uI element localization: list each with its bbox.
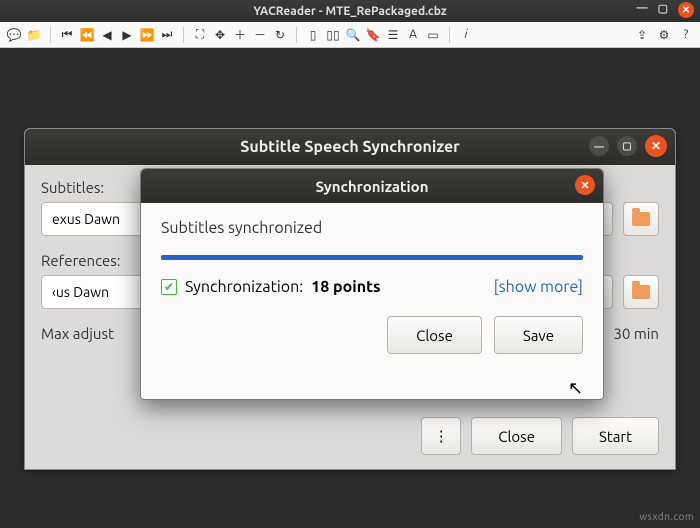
single-page-icon[interactable]: ▯ — [305, 27, 321, 43]
maximize-icon[interactable]: ▢ — [617, 136, 637, 156]
more-button[interactable]: ⋮ — [421, 417, 461, 455]
references-label: References: — [41, 252, 131, 269]
max-adjust-label: Max adjust — [41, 325, 114, 342]
yacreader-title: YACReader - MTE_RePackaged.cbz — [253, 5, 446, 18]
page-icon[interactable]: ▭ — [425, 27, 441, 43]
toolbar-separator — [296, 27, 297, 43]
close-icon[interactable]: ✕ — [645, 135, 667, 157]
sync-title: Synchronization — [316, 178, 429, 195]
close-icon[interactable]: ✕ — [575, 175, 595, 195]
fit-icon[interactable]: ⛶ — [192, 27, 208, 43]
references-folder-button[interactable] — [623, 275, 659, 309]
maximize-icon[interactable]: ▢ — [658, 2, 668, 18]
check-icon: ✔ — [161, 279, 177, 295]
sync-save-button[interactable]: Save — [494, 316, 583, 354]
close-icon[interactable]: ✕ — [678, 2, 694, 18]
sss-close-button[interactable]: Close — [471, 417, 562, 455]
folder-icon — [632, 285, 650, 299]
play-icon[interactable]: ▶ — [119, 27, 135, 43]
toolbar-separator — [449, 27, 450, 43]
sss-start-button[interactable]: Start — [572, 417, 659, 455]
info-icon[interactable]: i — [458, 27, 474, 43]
sync-close-button[interactable]: Close — [387, 316, 482, 354]
crosshair-icon[interactable]: ✥ — [212, 27, 228, 43]
sync-titlebar: Synchronization ✕ — [141, 169, 603, 203]
speech-bubble-icon[interactable]: 💬 — [6, 27, 22, 43]
zoom-in-icon[interactable]: ＋ — [232, 27, 248, 43]
minimize-icon[interactable]: — — [589, 136, 609, 156]
yacreader-titlebar: YACReader - MTE_RePackaged.cbz — ▢ ✕ — [0, 0, 700, 22]
toolbar-separator — [183, 27, 184, 43]
sss-titlebar: Subtitle Speech Synchronizer — ▢ ✕ — [25, 129, 675, 165]
search-icon[interactable]: 🔍 — [345, 27, 361, 43]
subtitles-folder-button[interactable] — [623, 202, 659, 236]
sync-status-points: 18 points — [311, 278, 380, 296]
folder-icon — [632, 212, 650, 226]
back-icon[interactable]: ◀ — [99, 27, 115, 43]
export-icon[interactable]: ⇪ — [634, 27, 650, 43]
text-icon[interactable]: A — [405, 27, 421, 43]
bookmark-icon[interactable]: 🔖 — [365, 27, 381, 43]
gear-icon[interactable]: ⚙ — [656, 27, 672, 43]
folder-icon[interactable]: 📁 — [26, 27, 42, 43]
subtitles-label: Subtitles: — [41, 179, 131, 196]
yacreader-toolbar: 💬 📁 ⏮ ⏪ ◀ ▶ ⏩ ⏭ ⛶ ✥ ＋ － ↻ ▯ ▯▯ 🔍 🔖 ☰ A ▭… — [0, 22, 700, 48]
toolbar-separator — [50, 27, 51, 43]
next-page-icon[interactable]: ⏩ — [139, 27, 155, 43]
list-icon[interactable]: ☰ — [385, 27, 401, 43]
zoom-out-icon[interactable]: － — [252, 27, 268, 43]
synchronization-dialog: Synchronization ✕ Subtitles synchronized… — [140, 168, 604, 400]
first-page-icon[interactable]: ⏮ — [59, 27, 75, 43]
progress-bar — [161, 255, 583, 260]
prev-page-icon[interactable]: ⏪ — [79, 27, 95, 43]
sync-message: Subtitles synchronized — [161, 219, 583, 237]
sync-status-prefix: Synchronization: — [185, 278, 303, 296]
help-icon[interactable]: ? — [678, 27, 694, 43]
sss-footer-buttons: ⋮ Close Start — [421, 417, 659, 455]
yacreader-window-controls: — ▢ ✕ — [637, 2, 694, 18]
double-page-icon[interactable]: ▯▯ — [325, 27, 341, 43]
last-page-icon[interactable]: ⏭ — [159, 27, 175, 43]
minimize-icon[interactable]: — — [637, 2, 648, 18]
show-more-link[interactable]: [show more] — [494, 278, 583, 296]
sss-title: Subtitle Speech Synchronizer — [240, 138, 459, 156]
max-adjust-value: 30 min — [613, 325, 659, 342]
rotate-icon[interactable]: ↻ — [272, 27, 288, 43]
